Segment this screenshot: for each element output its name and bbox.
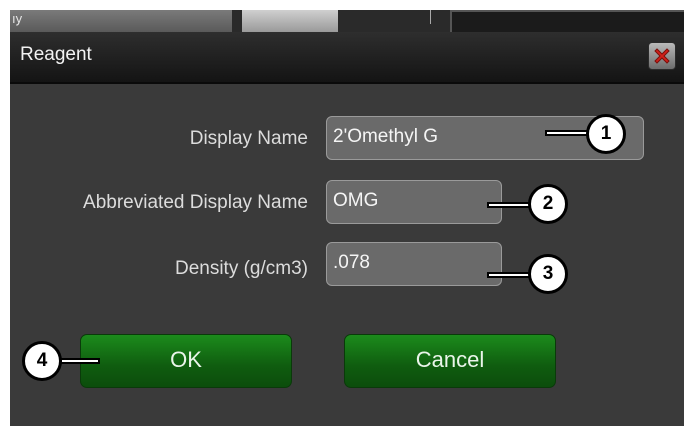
callout-2: 2	[528, 184, 568, 224]
density-label: Density (g/cm3)	[174, 258, 308, 279]
dialog-titlebar: Reagent	[10, 32, 684, 84]
cancel-button[interactable]: Cancel	[344, 334, 556, 388]
abbreviated-display-name-label: Abbreviated Display Name	[83, 192, 308, 213]
close-icon	[654, 48, 670, 64]
background-tab-selected	[242, 10, 338, 32]
callout-1-leader	[545, 130, 590, 136]
abbreviated-display-name-field[interactable]: OMG	[326, 180, 502, 224]
callout-3: 3	[528, 254, 568, 294]
background-divider	[430, 10, 431, 24]
background-tab-left: ıy	[10, 10, 232, 32]
background-panel	[450, 10, 684, 32]
display-name-label: Display Name	[189, 128, 308, 149]
callout-2-leader	[487, 202, 532, 208]
reagent-dialog: Reagent Display Name 2'Omethyl G Abbrevi…	[10, 32, 684, 426]
callout-1: 1	[586, 114, 626, 154]
close-button[interactable]	[648, 42, 676, 70]
callout-4: 4	[22, 341, 62, 381]
ok-button[interactable]: OK	[80, 334, 292, 388]
callout-3-leader	[487, 272, 532, 278]
density-field[interactable]: .078	[326, 242, 502, 286]
callout-4-leader	[60, 358, 100, 364]
dialog-title: Reagent	[20, 44, 92, 65]
background-app-strip: ıy	[10, 10, 684, 32]
